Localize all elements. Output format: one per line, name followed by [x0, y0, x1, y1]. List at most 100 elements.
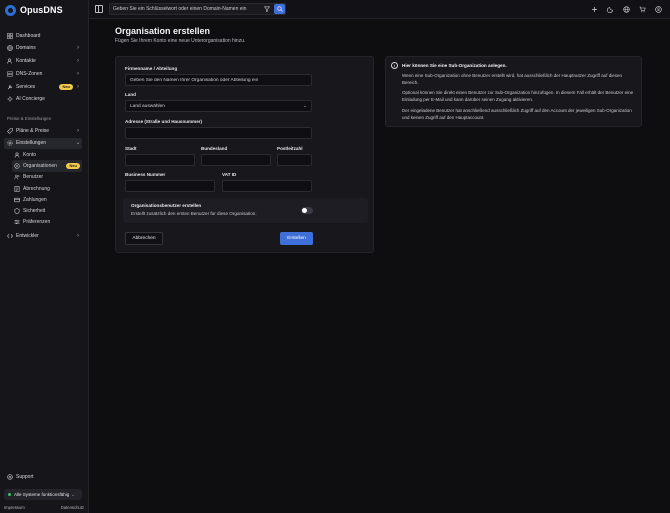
- section-label-pricing-settings: Preise & Einstellungen: [7, 116, 52, 121]
- create-organisation-form: Firmenname / Abteilung Land Land auswähl…: [115, 56, 374, 253]
- user-avatar-icon[interactable]: [654, 5, 662, 13]
- sidebar-subitem-payments[interactable]: Zahlungen: [12, 194, 82, 205]
- user-icon: [14, 152, 20, 158]
- search-input[interactable]: [113, 6, 262, 12]
- sidebar-subitem-users[interactable]: Benutzer: [12, 172, 82, 183]
- filter-icon[interactable]: [262, 5, 271, 14]
- address-input[interactable]: [125, 127, 312, 139]
- sidebar-subitem-label: Konto: [23, 151, 37, 158]
- vat-id-input[interactable]: [222, 180, 312, 192]
- zip-label: Postleitzahl: [277, 146, 303, 151]
- country-select[interactable]: Land auswählen ⌄: [125, 100, 312, 112]
- sidebar: OpusDNS Dashboard Domains › Kontakte › D…: [0, 0, 89, 513]
- company-name-input[interactable]: [125, 74, 312, 86]
- sidebar-item-label: Support: [16, 473, 34, 480]
- zip-input[interactable]: [277, 154, 312, 166]
- sidebar-toggle-icon[interactable]: [95, 5, 103, 13]
- contacts-icon: [7, 58, 13, 64]
- sidebar-item-label: Dashboard: [16, 32, 41, 39]
- sidebar-subitem-billing[interactable]: Abrechnung: [12, 183, 82, 194]
- chevron-right-icon: ›: [77, 232, 79, 239]
- cart-icon[interactable]: [638, 5, 646, 13]
- sidebar-item-domains[interactable]: Domains ›: [4, 43, 82, 54]
- chevron-down-icon: ⌄: [71, 491, 76, 497]
- new-badge: Neu: [66, 162, 80, 169]
- search-button[interactable]: [274, 4, 285, 14]
- sidebar-item-label: Services: [16, 83, 36, 90]
- chevron-right-icon: ›: [77, 127, 79, 134]
- code-icon: [7, 233, 13, 239]
- developer-nav: Entwickler ›: [4, 230, 82, 241]
- sidebar-item-plans[interactable]: Pläne & Preise ›: [4, 125, 82, 136]
- main-nav: Dashboard Domains › Kontakte › DNS-Zonen…: [4, 30, 82, 105]
- org-icon: [14, 163, 20, 169]
- plus-icon[interactable]: [590, 5, 598, 13]
- company-label: Firmenname / Abteilung: [125, 66, 178, 71]
- city-label: Stadt: [125, 146, 137, 151]
- footer-links: Impressum Datenschutz: [4, 505, 84, 510]
- sidebar-item-label: Einstellungen: [16, 140, 47, 147]
- plans-icon: [7, 127, 13, 134]
- sidebar-subitem-label: Präferenzen: [23, 219, 51, 226]
- sidebar-subitem-organisations[interactable]: Organisationen Neu: [12, 160, 82, 172]
- city-input[interactable]: [125, 154, 195, 166]
- info-icon: i: [391, 62, 398, 69]
- create-button[interactable]: Erstellen: [280, 232, 313, 245]
- sidebar-subitem-security[interactable]: Sicherheit: [12, 205, 82, 216]
- info-paragraph: Optional können Sie direkt einen Benutze…: [402, 90, 634, 102]
- chevron-down-icon: ⌄: [302, 103, 307, 109]
- sidebar-item-contacts[interactable]: Kontakte ›: [4, 56, 82, 67]
- topbar: [89, 0, 670, 19]
- settings-subnav: Konto Organisationen Neu Benutzer Abrech…: [12, 149, 82, 228]
- shield-icon: [14, 208, 20, 215]
- sidebar-subitem-label: Organisationen: [23, 162, 57, 169]
- page-subtitle: Fügen Sie Ihrem Konto eine neue Unterorg…: [115, 38, 246, 44]
- chevron-right-icon: ›: [77, 58, 79, 65]
- sidebar-item-services[interactable]: Services Neu ›: [4, 81, 82, 92]
- brand-name: OpusDNS: [20, 5, 63, 15]
- system-status-text: Alle Systeme funktionsfähig: [14, 492, 70, 497]
- country-label: Land: [125, 92, 136, 97]
- sidebar-item-label: AI Concierge: [16, 96, 45, 103]
- sidebar-item-label: Domains: [16, 45, 36, 52]
- chevron-down-icon: ⌄: [75, 140, 81, 147]
- globe-icon: [7, 45, 13, 52]
- sidebar-subitem-account[interactable]: Konto: [12, 149, 82, 160]
- dns-icon: [7, 71, 13, 77]
- sidebar-item-developer[interactable]: Entwickler ›: [4, 230, 82, 241]
- sidebar-item-ai-concierge[interactable]: AI Concierge: [4, 94, 82, 105]
- billing-icon: [14, 185, 20, 192]
- sidebar-subitem-label: Zahlungen: [23, 196, 47, 203]
- info-paragraph: Der eingeladene Benutzer hat anschließen…: [402, 108, 632, 120]
- privacy-link[interactable]: Datenschutz: [61, 505, 84, 510]
- topbar-actions: [590, 5, 662, 13]
- search-icon: [276, 6, 283, 12]
- chevron-right-icon: ›: [77, 70, 79, 77]
- create-user-toggle-row: Organisationsbenutzer erstellen Erstellt…: [123, 198, 368, 223]
- sidebar-item-label: Kontakte: [16, 58, 36, 65]
- business-number-input[interactable]: [125, 180, 215, 192]
- system-status[interactable]: Alle Systeme funktionsfähig ⌄: [4, 489, 82, 500]
- dashboard-icon: [7, 32, 13, 39]
- state-input[interactable]: [201, 154, 271, 166]
- info-title: Hier können Sie eine Sub-Organization an…: [402, 63, 507, 68]
- page-title: Organisation erstellen: [115, 26, 211, 36]
- sidebar-item-dashboard[interactable]: Dashboard: [4, 30, 82, 41]
- sidebar-item-label: Pläne & Preise: [16, 127, 50, 134]
- create-user-switch[interactable]: [301, 207, 313, 214]
- chevron-right-icon: ›: [77, 83, 79, 90]
- sidebar-item-settings[interactable]: Einstellungen ⌄: [4, 137, 82, 149]
- state-label: Bundesland: [201, 146, 228, 151]
- sidebar-item-support[interactable]: Support: [4, 471, 82, 482]
- cancel-button[interactable]: Abbrechen: [125, 232, 163, 245]
- address-label: Adresse (Straße und Hausnummer): [125, 119, 203, 124]
- sidebar-item-label: Entwickler: [16, 232, 39, 239]
- toggle-title: Organisationsbenutzer erstellen: [131, 203, 202, 208]
- imprint-link[interactable]: Impressum: [4, 505, 25, 510]
- sidebar-item-dns-zones[interactable]: DNS-Zonen ›: [4, 68, 82, 79]
- info-panel: i Hier können Sie eine Sub-Organization …: [385, 56, 642, 127]
- sidebar-subitem-preferences[interactable]: Präferenzen: [12, 217, 82, 228]
- globe-icon[interactable]: [622, 5, 630, 13]
- moon-icon[interactable]: [606, 5, 614, 13]
- logo[interactable]: OpusDNS: [5, 4, 63, 16]
